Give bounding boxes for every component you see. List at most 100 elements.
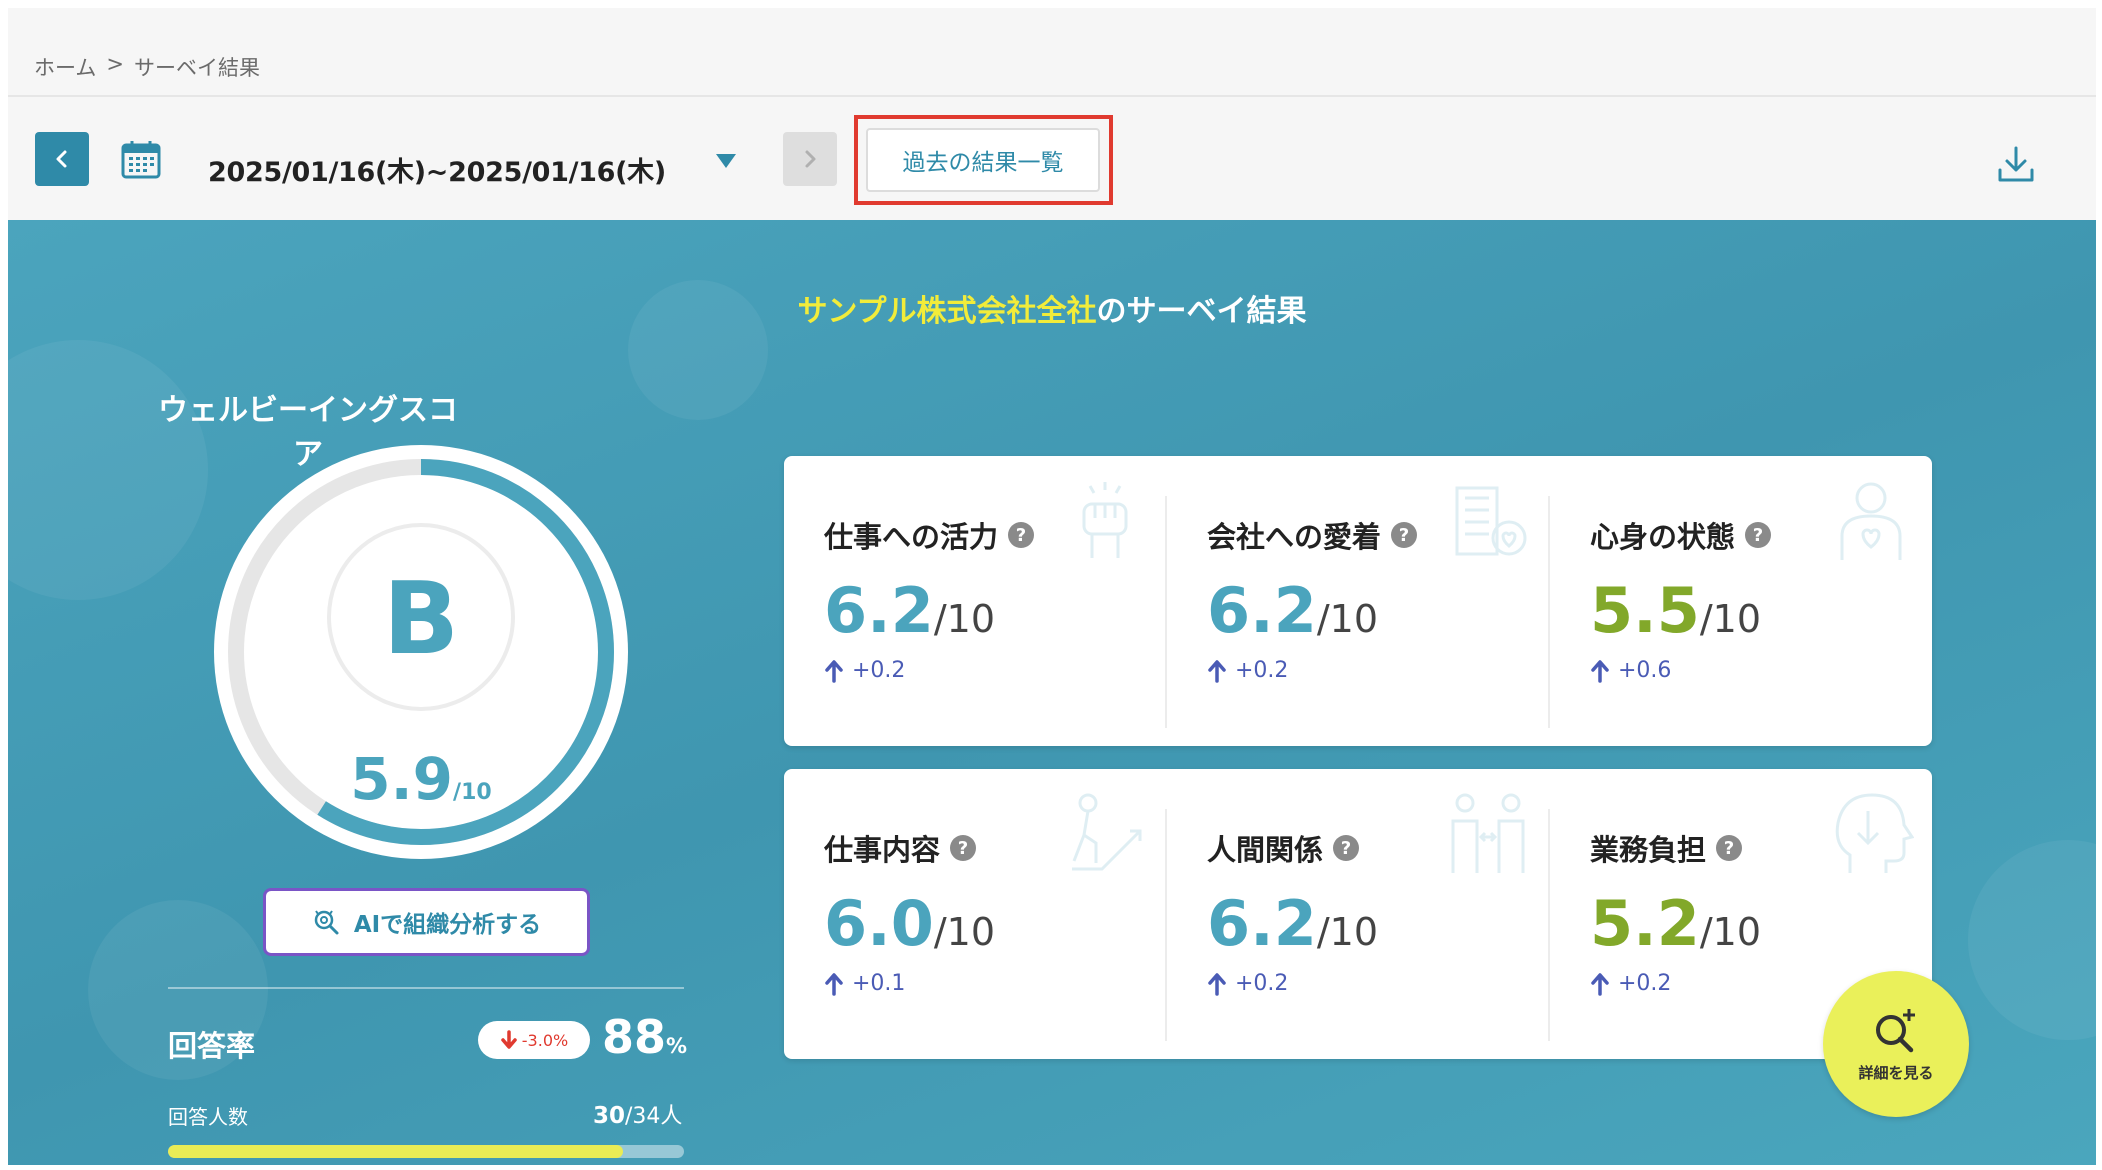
past-results-button[interactable]: 過去の結果一覧 (866, 128, 1100, 192)
metric-card-top: 仕事への活力? 6.2/10 +0.2 会社への愛着? 6.2/10 +0.2 … (784, 456, 1932, 746)
metric-delta: +0.1 (824, 971, 905, 996)
metric-label: 仕事への活力 (824, 520, 999, 554)
view-details-label: 詳細を見る (1858, 1063, 1934, 1082)
metric-delta-value: +0.2 (852, 658, 906, 683)
response-rate-number: 88 (602, 1010, 667, 1064)
metric-job-content: 仕事内容? 6.0/10 +0.1 (784, 769, 1166, 1059)
metric-score-denominator: /10 (1316, 597, 1378, 641)
metric-delta: +0.2 (1207, 971, 1288, 996)
metric-score-denominator: /10 (1699, 910, 1761, 954)
breadcrumb: ホーム > サーベイ結果 (34, 52, 260, 82)
metric-name: 会社への愛着? (1207, 514, 1418, 556)
metric-delta: +0.2 (824, 658, 905, 683)
ai-analysis-label: AIで組織分析する (353, 912, 542, 938)
wellbeing-score-denominator: /10 (453, 780, 492, 805)
ai-magnifier-icon (314, 910, 339, 935)
respondent-count-answered: 30 (593, 1103, 626, 1129)
response-rate-value: 88% (602, 1010, 687, 1064)
metric-delta-value: +0.1 (852, 971, 906, 996)
help-icon[interactable]: ? (1716, 835, 1743, 861)
metric-name: 人間関係? (1207, 827, 1360, 869)
calendar-icon[interactable] (120, 138, 162, 180)
metric-mind-body: 心身の状態? 5.5/10 +0.6 (1550, 456, 1932, 746)
response-progress-fill (168, 1145, 624, 1158)
left-divider (168, 987, 684, 989)
breadcrumb-separator: > (106, 52, 124, 76)
panel-title-suffix: のサーベイ結果 (1096, 294, 1307, 329)
arrow-up-icon (1208, 972, 1226, 996)
chevron-right-icon (805, 150, 816, 168)
head-down-arrow-icon (1835, 793, 1914, 873)
metric-score: 6.0/10 (824, 887, 995, 960)
metric-score: 6.2/10 (824, 574, 995, 647)
metric-label: 人間関係 (1207, 833, 1324, 867)
search-plus-icon (1876, 1008, 1915, 1052)
panel-title: サンプル株式会社全社のサーベイ結果 (8, 286, 2096, 330)
metric-name: 業務負担? (1590, 827, 1743, 869)
fist-icon (1082, 482, 1128, 558)
building-heart-icon (1455, 486, 1527, 556)
metric-label: 会社への愛着 (1207, 520, 1382, 554)
respondent-count-label: 回答人数 (168, 1105, 248, 1129)
ai-analysis-button[interactable]: AIで組織分析する (263, 888, 590, 956)
metric-delta: +0.6 (1590, 658, 1671, 683)
metric-score-value: 6.2 (1207, 574, 1317, 647)
metric-label: 心身の状態 (1590, 520, 1736, 554)
arrow-up-icon (1208, 659, 1226, 683)
metric-label: 仕事内容 (824, 833, 941, 867)
company-name: サンプル株式会社全社 (797, 294, 1097, 329)
help-icon[interactable]: ? (1391, 522, 1418, 548)
metric-score-value: 5.2 (1590, 887, 1700, 960)
metric-score-value: 5.5 (1590, 574, 1700, 647)
response-rate-change-badge: -3.0% (478, 1021, 590, 1059)
arrow-down-icon (501, 1030, 517, 1049)
climbing-person-icon (1072, 793, 1142, 871)
metric-delta-value: +0.2 (1618, 971, 1672, 996)
breadcrumb-current: サーベイ結果 (133, 56, 260, 80)
metric-delta-value: +0.2 (1235, 971, 1289, 996)
metric-score-denominator: /10 (933, 910, 995, 954)
metric-score-value: 6.2 (1207, 887, 1317, 960)
metric-score: 6.2/10 (1207, 887, 1378, 960)
download-icon[interactable] (1994, 142, 2038, 186)
metric-delta-value: +0.2 (1235, 658, 1289, 683)
survey-results-panel: サンプル株式会社全社のサーベイ結果 ウェルビーイングスコア B 5.9/10 A… (8, 220, 2096, 1165)
help-icon[interactable]: ? (950, 835, 977, 861)
metric-score-denominator: /10 (933, 597, 995, 641)
metric-score-denominator: /10 (1699, 597, 1761, 641)
help-icon[interactable]: ? (1745, 522, 1772, 548)
arrow-up-icon (825, 972, 843, 996)
background-leaf-decoration (1968, 840, 2096, 1040)
metric-name: 仕事への活力? (824, 514, 1035, 556)
metric-card-bottom: 仕事内容? 6.0/10 +0.1 人間関係? 6.2/10 +0.2 業務負担… (784, 769, 1932, 1059)
metric-relationships: 人間関係? 6.2/10 +0.2 (1167, 769, 1549, 1059)
app-frame: ホーム > サーベイ結果 2025/01/16(木)~2025/01/16(木)… (8, 8, 2096, 1165)
date-range-label[interactable]: 2025/01/16(木)~2025/01/16(木) (208, 150, 666, 189)
date-dropdown-caret-icon[interactable] (716, 154, 736, 168)
arrow-up-icon (825, 659, 843, 683)
arrow-up-icon (1591, 972, 1609, 996)
metric-label: 業務負担 (1590, 833, 1707, 867)
metric-delta-value: +0.6 (1618, 658, 1672, 683)
wellbeing-score: 5.9/10 (214, 745, 628, 813)
response-rate-label: 回答率 (168, 1029, 256, 1063)
two-people-icon (1451, 793, 1525, 873)
metric-name: 心身の状態? (1590, 514, 1772, 556)
respondent-count-total: /34人 (625, 1104, 683, 1129)
chevron-left-icon (56, 150, 67, 168)
previous-period-button[interactable] (35, 132, 89, 186)
metric-delta: +0.2 (1590, 971, 1671, 996)
help-icon[interactable]: ? (1333, 835, 1360, 861)
respondent-count: 30/34人 (593, 1098, 682, 1130)
wellbeing-score-value: 5.9 (350, 745, 454, 813)
metric-score: 5.5/10 (1590, 574, 1761, 647)
metric-name: 仕事内容? (824, 827, 977, 869)
breadcrumb-home[interactable]: ホーム (34, 52, 96, 82)
response-rate-unit: % (666, 1034, 688, 1058)
metric-score: 6.2/10 (1207, 574, 1378, 647)
next-period-button[interactable] (783, 132, 837, 186)
view-details-button[interactable]: 詳細を見る (1823, 971, 1969, 1117)
arrow-up-icon (1591, 659, 1609, 683)
help-icon[interactable]: ? (1008, 522, 1035, 548)
metric-work-vitality: 仕事への活力? 6.2/10 +0.2 (784, 456, 1166, 746)
